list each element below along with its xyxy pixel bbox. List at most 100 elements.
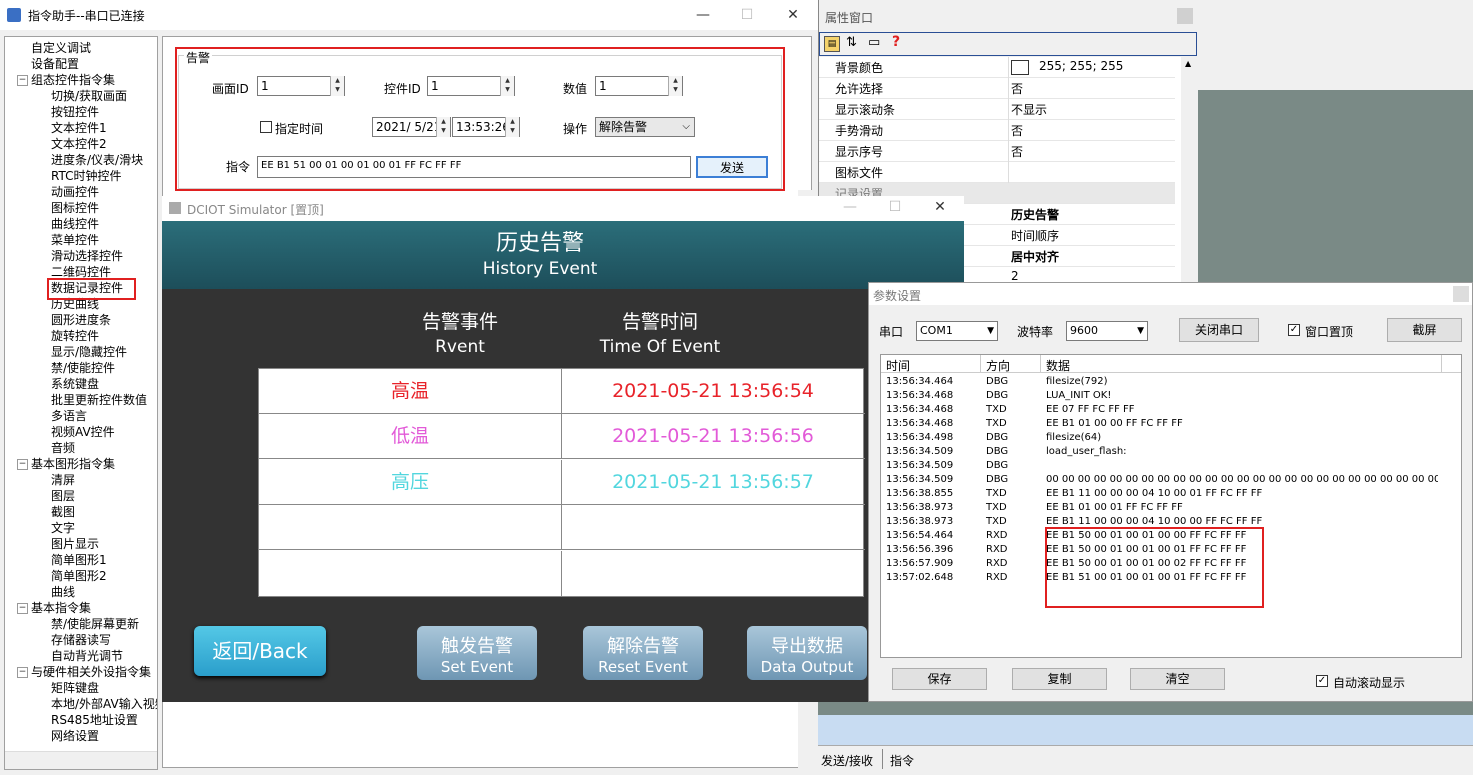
tree-expander-icon[interactable]: − — [17, 667, 28, 678]
tree-item[interactable]: 网络设置 — [51, 728, 99, 744]
property-row[interactable]: 图标文件 — [819, 162, 1175, 183]
event-grid[interactable]: 高温 2021-05-21 13:56:54 低温 2021-05-21 13:56:… — [258, 368, 865, 597]
export-data-button[interactable]: 导出数据 Data Output — [747, 626, 867, 680]
save-button[interactable]: 保存 — [892, 668, 987, 690]
event-row[interactable] — [259, 550, 865, 596]
col-data[interactable]: 数据 — [1046, 357, 1070, 374]
tree-item[interactable]: 基本指令集 — [31, 600, 91, 616]
tree-item[interactable]: 视频AV控件 — [51, 424, 115, 440]
tree-item[interactable]: 曲线 — [51, 584, 75, 600]
event-row[interactable] — [259, 505, 865, 551]
tree-item[interactable]: 清屏 — [51, 472, 75, 488]
minimize-icon[interactable]: — — [688, 4, 718, 26]
tree-item[interactable]: 自动背光调节 — [51, 648, 123, 664]
property-value[interactable]: 255; 255; 255 — [1039, 59, 1123, 73]
tree-item[interactable]: 简单图形1 — [51, 552, 107, 568]
command-tree[interactable]: 自定义调试 设备配置 − 组态控件指令集 切换/获取画面 按钮控件 文本控件1 文本控件2 进度… — [4, 36, 158, 770]
tree-item[interactable]: 滑动选择控件 — [51, 248, 123, 264]
tree-item[interactable]: 多语言 — [51, 408, 87, 424]
tree-item[interactable]: 本地/外部AV输入视频 — [51, 696, 157, 712]
tree-item[interactable]: 文本控件1 — [51, 120, 107, 136]
color-swatch[interactable] — [1011, 60, 1029, 75]
property-close-icon[interactable] — [1177, 8, 1193, 24]
scroll-up-icon[interactable]: ▲ — [1185, 59, 1191, 68]
tree-item[interactable]: 截图 — [51, 504, 75, 520]
property-value[interactable]: 居中对齐 — [1011, 248, 1059, 265]
close-port-button[interactable]: 关闭串口 — [1179, 318, 1259, 342]
event-row[interactable]: 低温 2021-05-21 13:56:56 — [259, 414, 865, 460]
col-time[interactable]: 时间 — [886, 357, 910, 374]
property-row[interactable]: 背景颜色 255; 255; 255 — [819, 57, 1175, 78]
autoscroll-checkbox[interactable]: ✓ — [1316, 675, 1328, 687]
copy-button[interactable]: 复制 — [1012, 668, 1107, 690]
screenshot-button[interactable]: 截屏 — [1387, 318, 1462, 342]
property-row[interactable]: 显示序号 否 — [819, 141, 1175, 162]
tree-item[interactable]: 设备配置 — [31, 56, 79, 72]
tab-command[interactable]: 指令 — [890, 752, 914, 769]
property-row[interactable]: 手势滑动 否 — [819, 120, 1175, 141]
sim-maximize-icon[interactable]: ☐ — [880, 196, 910, 218]
back-button[interactable]: 返回/Back — [194, 626, 326, 676]
categorized-icon[interactable]: ▤ — [824, 36, 840, 52]
params-close-icon[interactable] — [1453, 286, 1469, 302]
property-row[interactable]: 显示滚动条 不显示 — [819, 99, 1175, 120]
event-row[interactable]: 高温 2021-05-21 13:56:54 — [259, 369, 865, 414]
tab-send-receive[interactable]: 发送/接收 — [821, 752, 873, 769]
tree-item[interactable]: 基本图形指令集 — [31, 456, 115, 472]
tree-item[interactable]: 图标控件 — [51, 200, 99, 216]
property-row[interactable]: 允许选择 否 — [819, 78, 1175, 99]
tree-item[interactable]: 显示/隐藏控件 — [51, 344, 127, 360]
tree-item[interactable]: 图层 — [51, 488, 75, 504]
tree-item[interactable]: 切换/获取画面 — [51, 88, 127, 104]
sim-close-icon[interactable]: ✕ — [925, 196, 955, 218]
tree-item[interactable]: 批里更新控件数值 — [51, 392, 147, 408]
port-select[interactable]: COM1 ▼ — [916, 321, 998, 341]
baud-select[interactable]: 9600 ▼ — [1066, 321, 1148, 341]
tree-item[interactable]: 图片显示 — [51, 536, 99, 552]
tree-item[interactable]: 菜单控件 — [51, 232, 99, 248]
close-icon[interactable]: ✕ — [778, 4, 808, 26]
sim-minimize-icon[interactable]: — — [835, 196, 865, 218]
property-value[interactable]: 历史告警 — [1011, 206, 1059, 223]
sort-az-icon[interactable]: ⇅ — [846, 35, 857, 50]
tree-item[interactable]: 禁/使能控件 — [51, 360, 115, 376]
tree-item[interactable]: 文字 — [51, 520, 75, 536]
property-pages-icon[interactable]: ▭ — [868, 35, 880, 50]
maximize-icon[interactable]: ☐ — [732, 4, 762, 26]
topmost-checkbox[interactable]: ✓ — [1288, 324, 1300, 336]
tree-item[interactable]: 组态控件指令集 — [31, 72, 115, 88]
tree-item[interactable]: 旋转控件 — [51, 328, 99, 344]
tree-item[interactable]: 进度条/仪表/滑块 — [51, 152, 143, 168]
property-value[interactable]: 否 — [1011, 80, 1023, 97]
tree-item[interactable]: 简单图形2 — [51, 568, 107, 584]
tree-item[interactable]: 禁/使能屏幕更新 — [51, 616, 139, 632]
tree-item[interactable]: 矩阵键盘 — [51, 680, 99, 696]
tree-item[interactable]: RS485地址设置 — [51, 712, 138, 728]
tree-item[interactable]: 系统键盘 — [51, 376, 99, 392]
tree-item[interactable]: RTC时钟控件 — [51, 168, 121, 184]
set-event-button[interactable]: 触发告警 Set Event — [417, 626, 537, 680]
reset-event-button[interactable]: 解除告警 Reset Event — [583, 626, 703, 680]
property-value[interactable]: 不显示 — [1011, 101, 1047, 118]
help-icon[interactable]: ? — [892, 34, 900, 50]
tree-item[interactable]: 动画控件 — [51, 184, 99, 200]
tree-expander-icon[interactable]: − — [17, 75, 28, 86]
event-row[interactable]: 高压 2021-05-21 13:56:57 — [259, 459, 865, 505]
tree-item[interactable]: 与硬件相关外设指令集 — [31, 664, 151, 680]
log-list[interactable]: 时间 方向 数据 13:56:34.464 DBG filesize(792) 13:… — [880, 354, 1462, 658]
tree-item[interactable]: 文本控件2 — [51, 136, 107, 152]
tree-item[interactable]: 存储器读写 — [51, 632, 111, 648]
tree-item[interactable]: 自定义调试 — [31, 40, 91, 56]
tree-hscrollbar[interactable] — [5, 751, 157, 769]
property-value[interactable]: 否 — [1011, 122, 1023, 139]
property-value[interactable]: 否 — [1011, 143, 1023, 160]
property-value[interactable]: 2 — [1011, 269, 1019, 283]
tree-item[interactable]: 曲线控件 — [51, 216, 99, 232]
tree-item[interactable]: 圆形进度条 — [51, 312, 111, 328]
tree-item[interactable]: 音频 — [51, 440, 75, 456]
property-value[interactable]: 时间顺序 — [1011, 227, 1059, 244]
tree-item[interactable]: 按钮控件 — [51, 104, 99, 120]
col-dir[interactable]: 方向 — [986, 357, 1010, 374]
tree-expander-icon[interactable]: − — [17, 459, 28, 470]
property-scrollbar[interactable]: ▲ — [1181, 57, 1197, 284]
